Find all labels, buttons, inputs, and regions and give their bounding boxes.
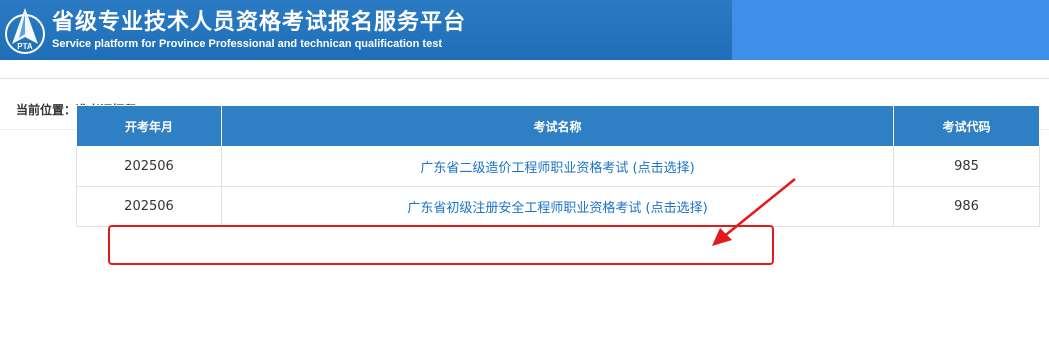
site-header: PTA 省级专业技术人员资格考试报名服务平台 Service platform … (0, 0, 1049, 60)
exam-name-cell: 广东省二级造价工程师职业资格考试 (点击选择) (221, 146, 894, 187)
exam-select-link[interactable]: 广东省初级注册安全工程师职业资格考试 (点击选择) (407, 201, 707, 216)
column-header-name: 考试名称 (221, 105, 894, 147)
site-subtitle: Service platform for Province Profession… (52, 38, 442, 50)
exam-select-link[interactable]: 广东省二级造价工程师职业资格考试 (点击选择) (420, 161, 694, 176)
logo-text: PTA (17, 42, 33, 51)
header-banner: PTA 省级专业技术人员资格考试报名服务平台 Service platform … (0, 0, 732, 60)
exam-name-cell: 广东省初级注册安全工程师职业资格考试 (点击选择) (221, 186, 894, 227)
table-row: 202506 广东省二级造价工程师职业资格考试 (点击选择) 985 (76, 146, 1040, 187)
exam-date: 202506 (76, 186, 222, 227)
table-header-row: 开考年月 考试名称 考试代码 (76, 105, 1040, 147)
pta-logo-icon: PTA (5, 8, 45, 54)
site-title: 省级专业技术人员资格考试报名服务平台 (52, 10, 467, 35)
column-header-code: 考试代码 (893, 105, 1040, 147)
table-row: 202506 广东省初级注册安全工程师职业资格考试 (点击选择) 986 (76, 186, 1040, 227)
column-header-date: 开考年月 (76, 105, 222, 147)
exam-code: 986 (893, 186, 1040, 227)
exam-table: 开考年月 考试名称 考试代码 202506 广东省二级造价工程师职业资格考试 (… (76, 105, 1040, 227)
exam-code: 985 (893, 146, 1040, 187)
exam-date: 202506 (76, 146, 222, 187)
